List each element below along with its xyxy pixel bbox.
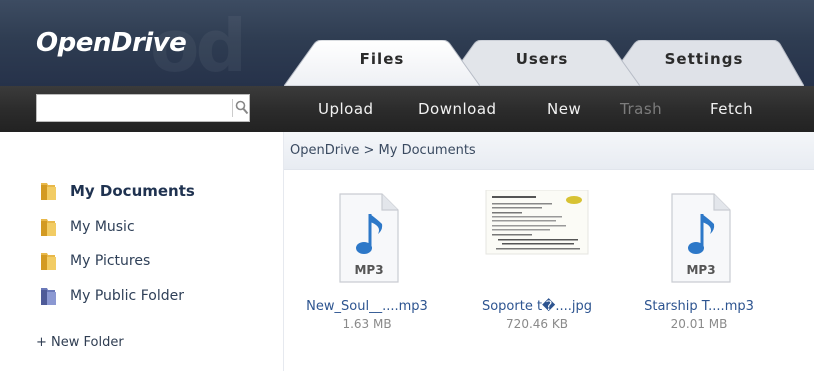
mp3-file-icon: MP3: [671, 193, 731, 283]
trash-button[interactable]: Trash: [620, 86, 662, 132]
action-toolbar: Upload Download New Trash Fetch: [0, 86, 814, 132]
sidebar-item-label: My Public Folder: [70, 288, 184, 304]
tab-files[interactable]: Files: [284, 40, 480, 86]
mp3-badge: MP3: [686, 263, 715, 277]
file-size: 20.01 MB: [670, 317, 728, 331]
file-name[interactable]: Soporte t�....jpg: [462, 299, 612, 314]
image-thumbnail: [485, 190, 589, 255]
new-button[interactable]: New: [547, 86, 581, 132]
search-icon[interactable]: [235, 100, 249, 116]
sidebar-item-label: My Documents: [70, 182, 195, 200]
folder-icon: [41, 183, 56, 200]
file-item[interactable]: MP3 New_Soul__....mp3 1.63 MB: [292, 180, 442, 350]
file-size: 720.46 KB: [506, 317, 568, 331]
folder-icon: [41, 219, 56, 236]
logo-area: od OpenDrive: [0, 0, 290, 86]
mp3-file-icon: MP3: [339, 193, 399, 283]
app-logo[interactable]: OpenDrive: [36, 28, 187, 58]
mp3-badge: MP3: [354, 263, 383, 277]
tab-files-label: Files: [359, 50, 405, 68]
search-box: [36, 94, 250, 122]
breadcrumb-bar: OpenDrive > My Documents: [284, 132, 814, 170]
search-input[interactable]: [37, 95, 231, 121]
file-size: 1.63 MB: [342, 317, 392, 331]
file-item[interactable]: MP3 Starship T....mp3 20.01 MB: [624, 180, 774, 350]
new-folder-link[interactable]: + New Folder: [36, 335, 124, 350]
top-header: od OpenDrive Settings Users Files: [0, 0, 814, 86]
public-folder-icon: [41, 288, 56, 305]
fetch-button[interactable]: Fetch: [710, 86, 753, 132]
file-item[interactable]: Soporte t�....jpg 720.46 KB: [462, 180, 612, 350]
folder-icon: [41, 253, 56, 270]
download-button[interactable]: Download: [418, 86, 497, 132]
breadcrumb[interactable]: OpenDrive > My Documents: [290, 143, 476, 158]
upload-button[interactable]: Upload: [318, 86, 374, 132]
sidebar-item-label: My Pictures: [70, 253, 151, 269]
sidebar-item-label: My Music: [70, 219, 135, 235]
file-name[interactable]: Starship T....mp3: [624, 299, 774, 314]
file-name[interactable]: New_Soul__....mp3: [292, 299, 442, 314]
search-divider: [232, 99, 233, 117]
